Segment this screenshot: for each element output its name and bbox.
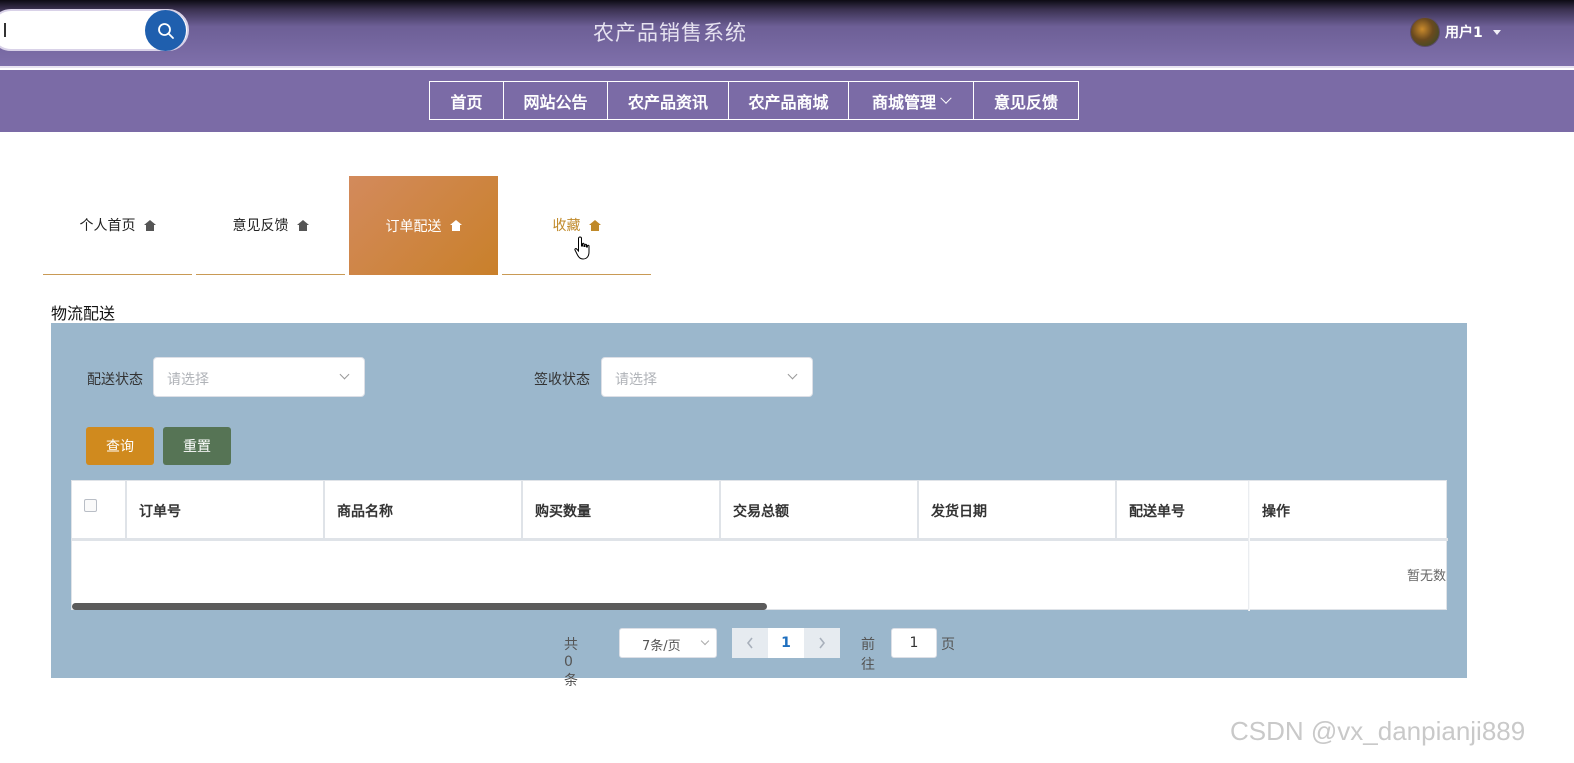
table-header: 订单号 商品名称 购买数量 交易总额 发货日期 配送单号 操作 bbox=[72, 481, 1448, 541]
chevron-down-icon bbox=[700, 636, 710, 646]
hand-pointer-icon bbox=[574, 236, 590, 260]
page-size-value: 7条/页 bbox=[642, 639, 681, 654]
tab-label: 个人首页 bbox=[79, 218, 136, 234]
select-placeholder: 请选择 bbox=[615, 372, 657, 388]
user-menu[interactable]: 用户1 bbox=[1410, 16, 1501, 48]
avatar[interactable] bbox=[1410, 17, 1440, 47]
nav-item-home[interactable]: 首页 bbox=[429, 81, 504, 120]
search-icon bbox=[157, 22, 174, 39]
nav-menu: 首页 网站公告 农产品资讯 农产品商城 商城管理 意见反馈 bbox=[429, 81, 1079, 120]
top-header: 农产品销售系统 用户1 bbox=[0, 0, 1574, 68]
nav-item-shop[interactable]: 农产品商城 bbox=[728, 81, 849, 120]
goto-page-input[interactable]: 1 bbox=[891, 628, 937, 658]
goto-label: 前往 bbox=[861, 637, 875, 673]
home-icon bbox=[449, 220, 462, 231]
fixed-column-divider bbox=[1248, 481, 1250, 611]
text-cursor bbox=[4, 23, 6, 37]
select-all-checkbox[interactable] bbox=[84, 499, 97, 512]
home-icon bbox=[588, 219, 601, 231]
chevron-down-icon bbox=[787, 369, 798, 380]
tab-personal-home[interactable]: 个人首页 bbox=[43, 176, 192, 275]
column-header-product-name[interactable]: 商品名称 bbox=[325, 481, 523, 541]
orders-table: 订单号 商品名称 购买数量 交易总额 发货日期 配送单号 操作 暂无数 bbox=[71, 480, 1448, 611]
site-title: 农产品销售系统 bbox=[593, 21, 747, 45]
column-header-quantity[interactable]: 购买数量 bbox=[523, 481, 721, 541]
main-navbar: 首页 网站公告 农产品资讯 农产品商城 商城管理 意见反馈 bbox=[0, 70, 1574, 132]
tab-order-delivery[interactable]: 订单配送 bbox=[349, 176, 498, 275]
column-header-ship-date[interactable]: 发货日期 bbox=[919, 481, 1117, 541]
select-placeholder: 请选择 bbox=[167, 372, 209, 388]
tab-feedback[interactable]: 意见反馈 bbox=[196, 176, 345, 275]
nav-item-shop-management-label: 商城管理 bbox=[871, 92, 936, 112]
horizontal-scrollbar[interactable] bbox=[72, 603, 767, 610]
next-page-button[interactable] bbox=[804, 628, 840, 658]
nav-item-feedback[interactable]: 意见反馈 bbox=[973, 81, 1079, 120]
search-button[interactable] bbox=[145, 10, 186, 51]
column-header-delivery-no[interactable]: 配送单号 bbox=[1117, 481, 1250, 541]
reset-button[interactable]: 重置 bbox=[163, 427, 231, 465]
delivery-status-select[interactable]: 请选择 bbox=[153, 357, 365, 397]
prev-page-button[interactable] bbox=[732, 628, 768, 658]
nav-item-news[interactable]: 农产品资讯 bbox=[607, 81, 729, 120]
delivery-status-label: 配送状态 bbox=[87, 372, 143, 388]
caret-down-icon[interactable] bbox=[1492, 29, 1501, 35]
delivery-panel: 配送状态 请选择 签收状态 请选择 查询 重置 订单号 商品名称 购买数量 交易… bbox=[51, 323, 1467, 689]
tab-label: 收藏 bbox=[552, 218, 581, 234]
tab-label: 意见反馈 bbox=[232, 218, 289, 234]
chevron-down-icon bbox=[940, 92, 952, 104]
chevron-right-icon bbox=[819, 637, 826, 649]
receipt-status-select[interactable]: 请选择 bbox=[601, 357, 813, 397]
empty-message: 暂无数 bbox=[1406, 569, 1446, 584]
column-header-total[interactable]: 交易总额 bbox=[721, 481, 919, 541]
select-all-cell bbox=[72, 481, 127, 541]
column-header-order-no[interactable]: 订单号 bbox=[127, 481, 325, 541]
section-title: 物流配送 bbox=[51, 304, 116, 323]
home-icon bbox=[143, 219, 156, 231]
page-number-current[interactable]: 1 bbox=[768, 628, 804, 658]
home-icon bbox=[296, 219, 309, 231]
tab-label: 订单配送 bbox=[385, 218, 442, 235]
chevron-down-icon bbox=[339, 369, 350, 380]
receipt-status-label: 签收状态 bbox=[534, 372, 590, 388]
page-size-select[interactable]: 7条/页 bbox=[619, 628, 717, 658]
nav-item-announcements[interactable]: 网站公告 bbox=[503, 81, 608, 120]
query-button[interactable]: 查询 bbox=[86, 427, 154, 465]
column-header-actions: 操作 bbox=[1262, 504, 1290, 520]
nav-item-shop-management[interactable]: 商城管理 bbox=[848, 81, 974, 120]
chevron-left-icon bbox=[746, 637, 753, 649]
total-count: 共 0 条 bbox=[564, 637, 578, 689]
user-name[interactable]: 用户1 bbox=[1445, 22, 1483, 42]
tab-favorites[interactable]: 收藏 bbox=[502, 176, 651, 275]
watermark: CSDN @vx_danpianji889 bbox=[1230, 716, 1526, 746]
page-suffix: 页 bbox=[941, 637, 955, 653]
